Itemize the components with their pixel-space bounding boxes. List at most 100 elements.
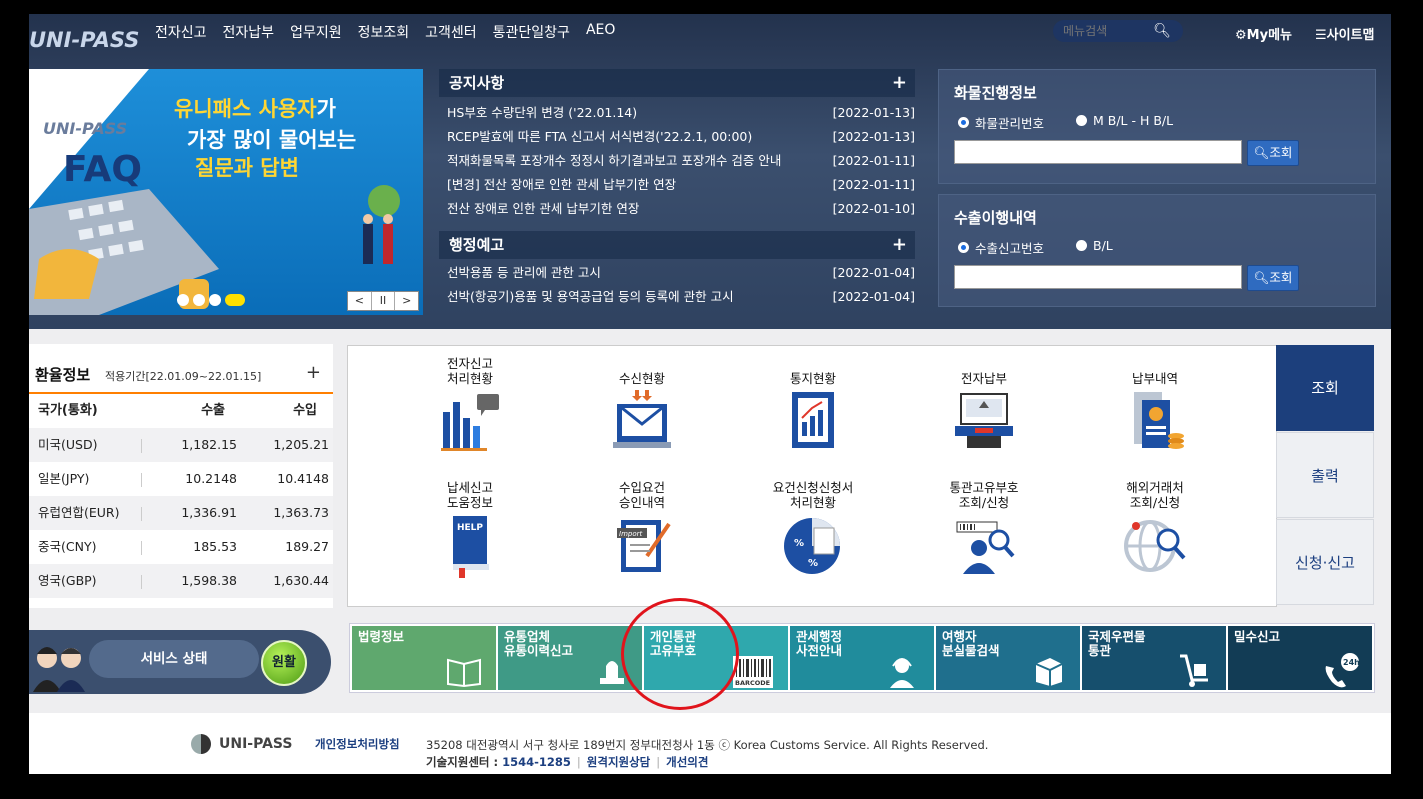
- banner-dot-1[interactable]: [177, 294, 189, 306]
- sitemap-label: 사이트맵: [1326, 28, 1375, 43]
- svg-text:BARCODE: BARCODE: [735, 679, 770, 687]
- search-icon: 🔍︎: [1253, 145, 1270, 160]
- support-phone-link[interactable]: 1544-1285: [502, 755, 571, 769]
- nav-item-info[interactable]: 정보조회: [358, 22, 410, 42]
- tile-smuggling-report[interactable]: 밀수신고 24h: [1228, 626, 1372, 690]
- export-option-decl-no[interactable]: 수출신고번호: [958, 238, 1044, 257]
- tile-admin-guidance[interactable]: 관세행정 사전안내: [790, 626, 934, 690]
- banner-dot-4[interactable]: [225, 294, 245, 306]
- service-import-approval[interactable]: 수입요건 승인내역 Import: [577, 478, 707, 581]
- nav-item-e-filing[interactable]: 전자신고: [155, 22, 207, 42]
- radio-icon[interactable]: [1076, 115, 1087, 126]
- exchange-header: 환율정보 적용기간[22.01.09~22.01.15] +: [29, 344, 333, 394]
- site-logo[interactable]: UNI-PASS: [29, 28, 139, 52]
- table-row: 영국(GBP) 1,598.38 1,630.44: [29, 564, 333, 598]
- exchange-more-button[interactable]: +: [306, 362, 321, 383]
- service-requirement-application[interactable]: 요건신청신청서 처리현황 % %: [748, 478, 878, 581]
- menu-search-input[interactable]: [1063, 23, 1153, 39]
- remote-support-link[interactable]: 원격지원상담: [587, 755, 650, 769]
- banner-faq-title: FAQ: [63, 149, 142, 190]
- radio-selected-icon[interactable]: [958, 242, 969, 253]
- service-notice-status[interactable]: 통지현황: [748, 354, 878, 457]
- service-payment-history[interactable]: 납부내역: [1090, 354, 1220, 457]
- tab-application[interactable]: 신청·신고: [1276, 519, 1374, 605]
- svg-text:Import: Import: [619, 530, 642, 538]
- cargo-option-bl[interactable]: M B/L - H B/L: [1076, 113, 1173, 128]
- admin-notice-box: 행정예고 + 선박용품 등 관리에 관한 고시 [2022-01-04] 선박(항…: [439, 231, 915, 309]
- tab-inquiry[interactable]: 조회: [1276, 345, 1374, 431]
- notice-item[interactable]: 전산 장애로 인한 관세 납부기한 연장 [2022-01-10]: [439, 197, 915, 221]
- admin-notice-item[interactable]: 선박용품 등 관리에 관한 고시 [2022-01-04]: [439, 261, 915, 285]
- sitemap-button[interactable]: ☰사이트맵: [1315, 24, 1375, 43]
- nav-item-aeo[interactable]: AEO: [586, 22, 615, 42]
- search-icon: 🔍︎: [1253, 270, 1270, 285]
- banner-pause-button[interactable]: II: [372, 292, 396, 310]
- my-menu-button[interactable]: ⚙My메뉴: [1235, 24, 1292, 43]
- banner-headline-1: 유니패스 사용자가: [174, 97, 336, 121]
- banner-next-button[interactable]: >: [395, 292, 418, 310]
- service-tax-help[interactable]: 납세신고 도움정보 HELP: [405, 478, 535, 581]
- export-option-bl[interactable]: B/L: [1076, 238, 1113, 253]
- inbox-mail-icon: [613, 390, 671, 448]
- banner-dot-2[interactable]: [193, 294, 205, 306]
- top-bar: UNI-PASS 전자신고 전자납부 업무지원 정보조회 고객센터 통관단일창구…: [29, 14, 1391, 54]
- report-document-icon: [792, 392, 834, 448]
- svg-text:%: %: [794, 538, 804, 549]
- payment-terminal-icon: [955, 393, 1013, 448]
- tab-print[interactable]: 출력: [1276, 432, 1374, 518]
- id-search-icon: [956, 521, 1015, 574]
- global-nav: 전자신고 전자납부 업무지원 정보조회 고객센터 통관단일창구 AEO: [155, 22, 615, 42]
- tile-lost-item-search[interactable]: 여행자 분실물검색: [936, 626, 1080, 690]
- feedback-link[interactable]: 개선의견: [666, 755, 708, 769]
- tile-intl-mail-customs[interactable]: 국제우편물 통관: [1082, 626, 1226, 690]
- quick-link-tiles: 법령정보 유통업체 유통이력신고 개인통관 고유부호 BARCODE 관세행정 사전안…: [349, 623, 1375, 693]
- footer-tech-support: 기술지원센터 : 1544-1285 | 원격지원상담 | 개선의견: [426, 755, 709, 769]
- cargo-option-mgmt-no[interactable]: 화물관리번호: [958, 113, 1044, 132]
- nav-item-single-window[interactable]: 통관단일창구: [493, 22, 570, 42]
- import-document-icon: Import: [617, 520, 671, 572]
- privacy-policy-link[interactable]: 개인정보처리방침: [315, 736, 400, 752]
- svg-text:HELP: HELP: [457, 523, 483, 533]
- phone-24h-icon: 24h: [1325, 653, 1360, 688]
- admin-notice-item[interactable]: 선박(항공기)용품 및 용역공급업 등의 등록에 관한 고시 [2022-01-0…: [439, 285, 915, 309]
- export-tracking-panel: 수출이행내역 수출신고번호 B/L 🔍︎조회: [938, 194, 1376, 307]
- exchange-rate-panel: 환율정보 적용기간[22.01.09~22.01.15] + 국가(통화) 수출 수…: [29, 344, 333, 608]
- admin-notice-more-button[interactable]: +: [892, 231, 907, 259]
- service-customs-code[interactable]: 통관고유부호 조회/신청: [919, 478, 1049, 581]
- korea-seal-icon: [191, 734, 211, 754]
- service-status-label: 서비스 상태: [89, 640, 259, 678]
- service-edi-status[interactable]: 전자신고 처리현황: [405, 354, 535, 457]
- faq-banner[interactable]: UNI-PASS FAQ 유니패스 사용자가 가장 많이 물어보는 질문과 답변: [29, 69, 423, 315]
- banner-dot-3[interactable]: [209, 294, 221, 306]
- service-tabs: 조회 출력 신청·신고: [1276, 345, 1374, 605]
- radio-selected-icon[interactable]: [958, 117, 969, 128]
- nav-item-customer[interactable]: 고객센터: [425, 22, 477, 42]
- globe-search-icon: [1124, 520, 1186, 572]
- service-e-payment[interactable]: 전자납부: [919, 354, 1049, 457]
- radio-icon[interactable]: [1076, 240, 1087, 251]
- notice-item[interactable]: [변경] 전산 장애로 인한 관세 납부기한 연장 [2022-01-11]: [439, 173, 915, 197]
- cargo-number-input[interactable]: [954, 140, 1242, 164]
- export-tracking-title: 수출이행내역: [954, 209, 1037, 227]
- table-row: 일본(JPY) 10.2148 10.4148: [38, 471, 329, 487]
- nav-item-support[interactable]: 업무지원: [290, 22, 342, 42]
- banner-logo: UNI-PASS: [43, 119, 128, 138]
- tile-law-info[interactable]: 법령정보: [352, 626, 496, 690]
- search-icon[interactable]: 🔍︎: [1153, 23, 1171, 39]
- service-received-status[interactable]: 수신현황: [577, 354, 707, 457]
- headset-agent-icon: [890, 658, 914, 688]
- nav-item-e-payment[interactable]: 전자납부: [223, 22, 275, 42]
- export-search-button[interactable]: 🔍︎조회: [1247, 265, 1299, 291]
- notice-item[interactable]: 적재화물목록 포장개수 정정시 하기결과보고 포장개수 검증 안내 [2022-0…: [439, 149, 915, 173]
- cargo-search-button[interactable]: 🔍︎조회: [1247, 140, 1299, 166]
- service-foreign-partner[interactable]: 해외거래처 조회/신청: [1090, 478, 1220, 581]
- notice-more-button[interactable]: +: [892, 69, 907, 97]
- banner-prev-button[interactable]: <: [348, 292, 372, 310]
- help-book-icon: HELP: [453, 516, 489, 578]
- hand-truck-icon: [1180, 654, 1208, 687]
- notice-item[interactable]: HS부호 수량단위 변경 ('22.01.14) [2022-01-13]: [439, 101, 915, 125]
- staff-avatars-icon: [33, 647, 85, 692]
- exchange-table-header: 국가(통화) 수출 수입: [38, 403, 317, 418]
- notice-item[interactable]: RCEP발효에 따른 FTA 신고서 서식변경('22.2.1, 00:00)[…: [439, 125, 915, 149]
- export-number-input[interactable]: [954, 265, 1242, 289]
